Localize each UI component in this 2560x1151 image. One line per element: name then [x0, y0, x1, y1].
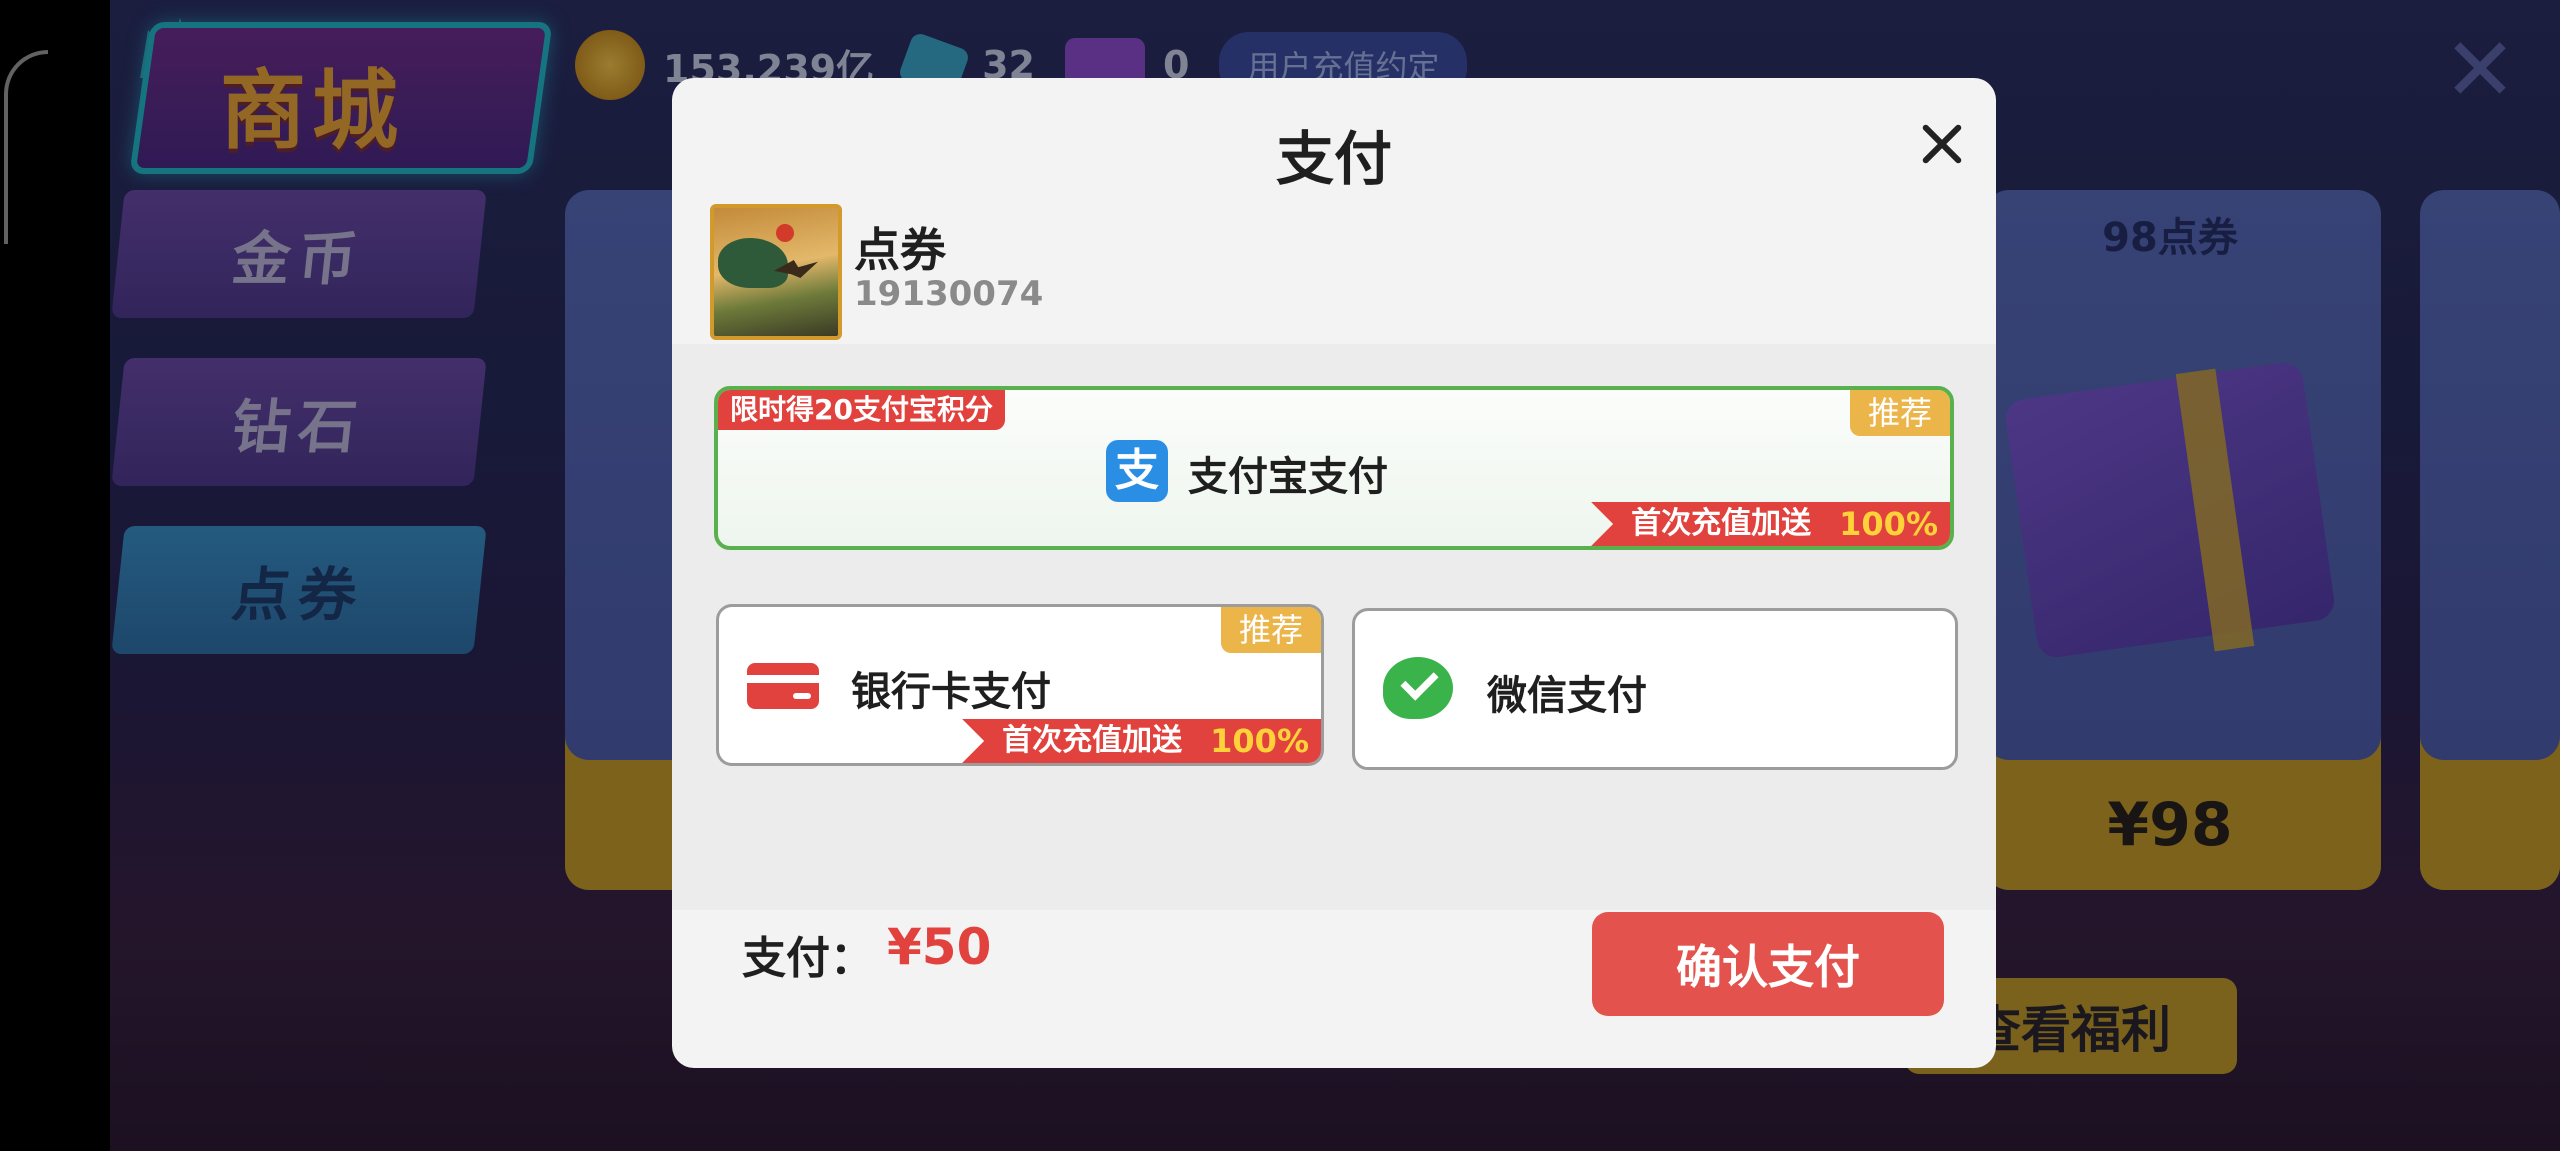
bonus-text: 首次充值加送	[1002, 723, 1183, 758]
close-icon[interactable]	[1912, 114, 1972, 174]
pay-total-label: 支付：	[742, 933, 874, 984]
dialog-title: 支付	[1275, 125, 1392, 193]
wechat-pay-option[interactable]: 微信支付	[1352, 608, 1958, 770]
alipay-promo-tag: 限时得20支付宝积分	[718, 390, 1005, 430]
wechat-pay-icon	[1383, 657, 1453, 719]
thumb-tree	[718, 238, 788, 288]
bonus-percent: 100%	[1210, 722, 1309, 760]
confirm-payment-button[interactable]: 确认支付	[1592, 912, 1944, 1016]
bonus-text: 首次充值加送	[1631, 506, 1812, 541]
thumb-sun	[776, 224, 794, 242]
bank-card-label: 银行卡支付	[851, 669, 1051, 715]
bank-card-option[interactable]: 推荐 银行卡支付 首次充值加送 100%	[716, 604, 1324, 766]
bonus-percent: 100%	[1839, 505, 1938, 543]
alipay-label: 支付宝支付	[1188, 454, 1388, 500]
wechat-pay-label: 微信支付	[1487, 673, 1647, 719]
first-recharge-bonus-ribbon: 首次充值加送 100%	[1591, 502, 1950, 546]
payment-dialog: 支付 点券 19130074 限时得20支付宝积分 推荐 支 支付宝支付 首次充…	[672, 78, 1996, 1068]
pay-total-amount: ¥50	[887, 918, 992, 976]
product-id: 19130074	[854, 274, 1044, 314]
recommended-badge: 推荐	[1220, 607, 1321, 653]
product-thumbnail	[710, 204, 842, 340]
first-recharge-bonus-ribbon: 首次充值加送 100%	[962, 719, 1321, 763]
bank-card-icon	[747, 663, 819, 709]
alipay-icon: 支	[1106, 440, 1168, 502]
product-name: 点券	[854, 223, 946, 277]
alipay-option[interactable]: 限时得20支付宝积分 推荐 支 支付宝支付 首次充值加送 100%	[714, 386, 1954, 550]
recommended-badge: 推荐	[1849, 390, 1950, 436]
